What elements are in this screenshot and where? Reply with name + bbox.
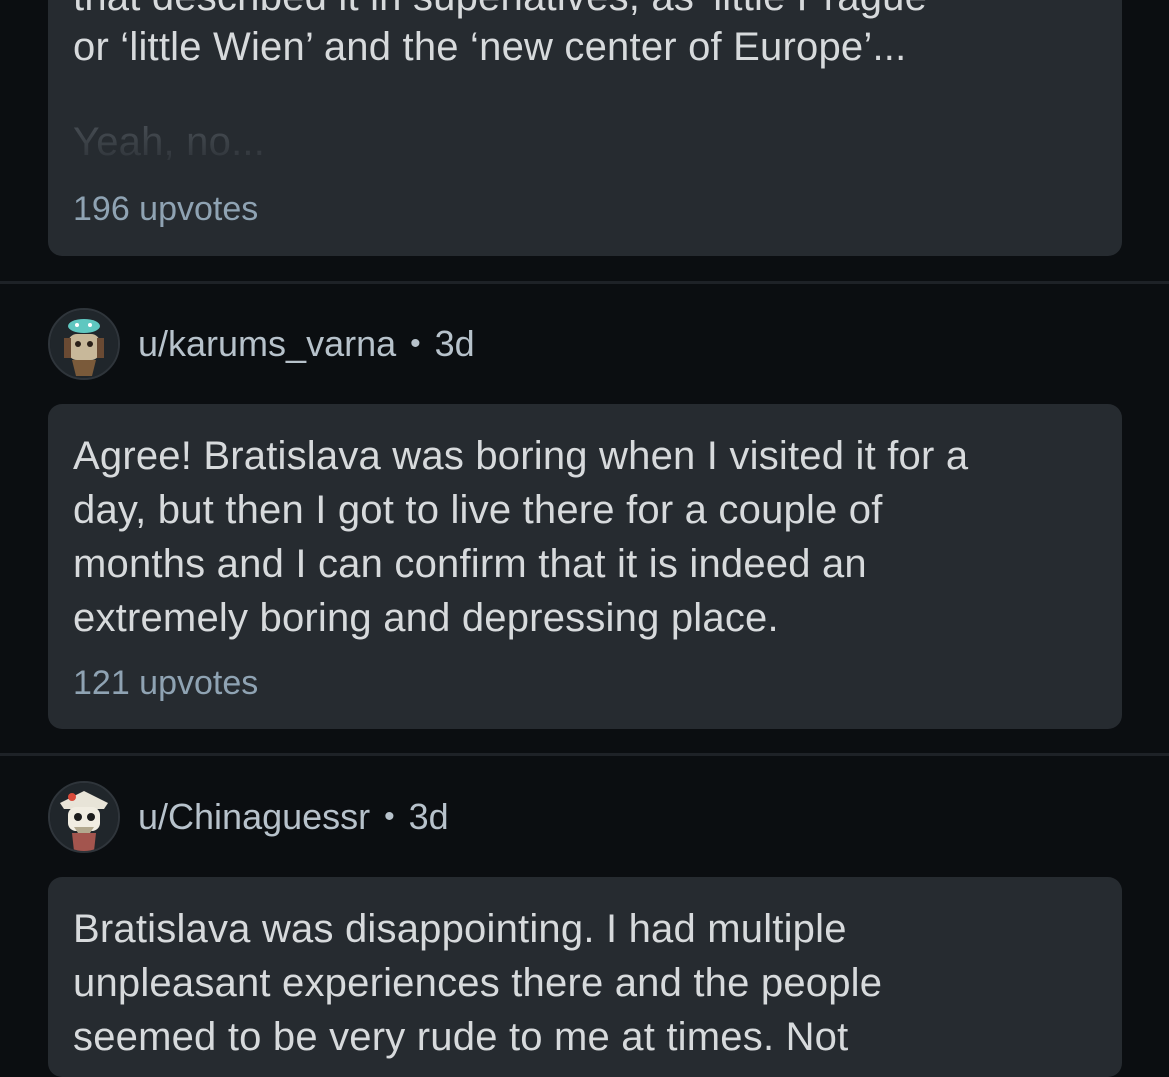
comment-body-truncated: Yeah, no... [73, 120, 266, 164]
comment-card[interactable]: Agree! Bratislava was boring when I visi… [48, 404, 1122, 729]
upvote-count: 196 upvotes [73, 190, 259, 228]
comment-body-line: seemed to be very rude to me at times. N… [73, 1015, 849, 1059]
divider [0, 753, 1169, 756]
divider [0, 281, 1169, 284]
comment-body-line: unpleasant experiences there and the peo… [73, 961, 883, 1005]
comment-header: u/Chinaguessr • 3d [48, 781, 449, 853]
meta-separator: • [384, 800, 395, 833]
comment-age: 3d [408, 796, 449, 837]
comment-body-line: Bratislava was disappointing. I had mult… [73, 907, 847, 951]
comment-body-line: months and I can confirm that it is inde… [73, 542, 867, 586]
comment-body-line: or ‘little Wien’ and the ‘new center of … [73, 25, 907, 69]
comment-card[interactable]: that described it in superlatives, as 'l… [48, 0, 1122, 256]
meta-separator: • [410, 327, 421, 360]
snoo-avatar-icon[interactable] [48, 781, 120, 853]
comment-body-line: day, but then I got to live there for a … [73, 488, 883, 532]
comment-body-line: extremely boring and depressing place. [73, 596, 779, 640]
upvote-count: 121 upvotes [73, 664, 259, 702]
snoo-avatar-icon[interactable] [48, 308, 120, 380]
comment-header: u/karums_varna • 3d [48, 308, 475, 380]
comment-body-line: Agree! Bratislava was boring when I visi… [73, 434, 969, 478]
comment-author-link[interactable]: u/Chinaguessr [138, 796, 370, 838]
comment-age: 3d [434, 323, 475, 364]
comment-card[interactable]: Bratislava was disappointing. I had mult… [48, 877, 1122, 1077]
comment-author-link[interactable]: u/karums_varna [138, 323, 396, 365]
